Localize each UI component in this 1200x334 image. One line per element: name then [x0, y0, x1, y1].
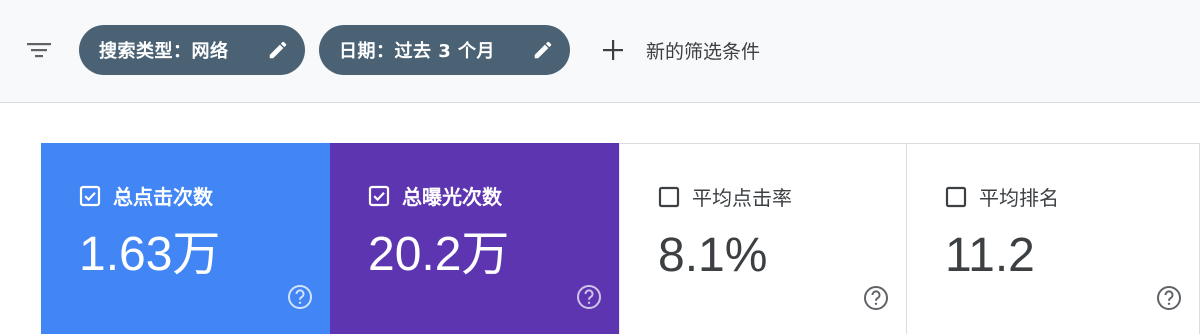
metric-label: 平均点击率	[692, 186, 792, 210]
metric-card-average-position[interactable]: 平均排名 11.2	[907, 143, 1200, 334]
new-filter-label: 新的筛选条件	[646, 40, 761, 63]
help-icon[interactable]	[862, 284, 890, 312]
help-icon[interactable]	[575, 283, 603, 311]
filter-chip-label: 日期：过去 3 个月	[339, 41, 496, 62]
checkbox-unchecked-icon[interactable]	[945, 186, 967, 208]
metric-label: 平均排名	[979, 186, 1059, 210]
filter-chip-search-type[interactable]: 搜索类型：网络	[79, 25, 305, 75]
metric-value: 8.1%	[658, 229, 768, 282]
edit-icon[interactable]	[532, 39, 554, 61]
checkbox-checked-icon[interactable]	[368, 185, 390, 207]
metric-card-total-impressions[interactable]: 总曝光次数 20.2万	[330, 143, 619, 334]
metric-value: 11.2	[945, 229, 1035, 282]
checkbox-checked-icon[interactable]	[79, 185, 101, 207]
filter-bar: 搜索类型：网络 日期：过去 3 个月 新的筛选条件	[0, 0, 1200, 103]
metric-label: 总点击次数	[113, 185, 213, 209]
plus-icon	[603, 40, 623, 60]
edit-icon[interactable]	[267, 39, 289, 61]
metric-card-total-clicks[interactable]: 总点击次数 1.63万	[41, 143, 330, 334]
filter-chip-date[interactable]: 日期：过去 3 个月	[319, 25, 570, 75]
checkbox-unchecked-icon[interactable]	[658, 186, 680, 208]
metric-card-header: 总曝光次数	[368, 181, 502, 210]
metric-cards: 总点击次数 1.63万 总曝光次数 20.2万 平均点击率 8.1% 平均排名 …	[41, 143, 1200, 334]
metric-card-average-ctr[interactable]: 平均点击率 8.1%	[619, 143, 907, 334]
filter-icon[interactable]	[26, 38, 52, 62]
metric-card-header: 平均点击率	[658, 182, 792, 211]
metric-card-header: 总点击次数	[79, 181, 213, 210]
metric-value: 20.2万	[368, 228, 510, 281]
metric-card-header: 平均排名	[945, 182, 1059, 211]
metric-label: 总曝光次数	[402, 185, 502, 209]
filter-chip-label: 搜索类型：网络	[99, 41, 229, 62]
help-icon[interactable]	[286, 283, 314, 311]
new-filter-button[interactable]: 新的筛选条件	[600, 25, 760, 75]
help-icon[interactable]	[1155, 284, 1183, 312]
metric-value: 1.63万	[79, 228, 221, 281]
